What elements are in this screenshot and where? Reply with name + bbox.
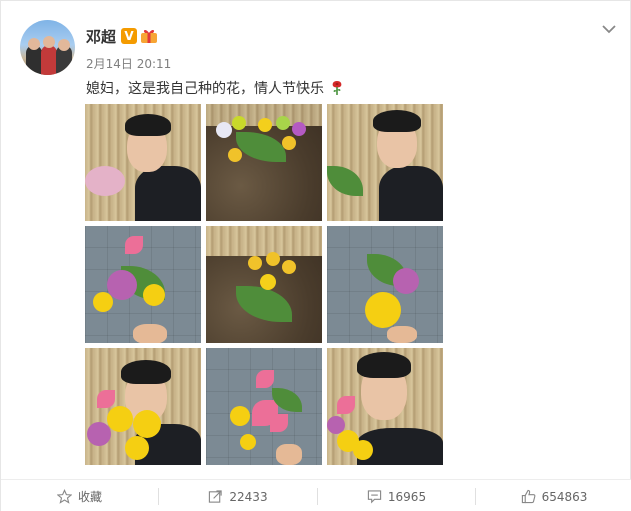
photo-flower <box>353 440 373 460</box>
photo-flower <box>228 148 242 162</box>
post-timestamp[interactable]: 2月14日 20:11 <box>86 55 171 72</box>
photo-lily <box>337 396 355 414</box>
photo-flower <box>258 118 272 132</box>
photo-flower <box>107 270 137 300</box>
photo-flower <box>282 260 296 274</box>
verified-badge-icon[interactable]: V <box>121 28 137 44</box>
repost-count: 22433 <box>229 489 268 504</box>
photo-flower <box>85 166 125 196</box>
photo-hair <box>125 114 171 136</box>
photo-3[interactable] <box>327 104 443 221</box>
like-count: 654863 <box>541 489 588 504</box>
photo-lily <box>270 414 288 432</box>
photo-hand <box>133 324 167 343</box>
avatar-head-2 <box>43 36 55 48</box>
photo-flower <box>276 116 290 130</box>
comment-button[interactable]: 16965 <box>318 480 475 511</box>
photo-flower <box>93 292 113 312</box>
photo-grid <box>85 104 443 465</box>
member-badge-icon[interactable] <box>140 28 158 44</box>
thumbs-up-icon <box>521 489 536 504</box>
photo-leaf <box>236 132 286 162</box>
comment-icon <box>367 490 382 504</box>
photo-flower <box>248 256 262 270</box>
photo-shirt <box>379 166 443 221</box>
photo-fence <box>206 226 322 256</box>
avatar-person-2 <box>41 45 57 75</box>
photo-leaf <box>327 166 363 196</box>
favorite-button[interactable]: 收藏 <box>1 480 158 511</box>
photo-hand <box>387 326 417 343</box>
photo-flower <box>365 292 401 328</box>
photo-flower <box>282 136 296 150</box>
avatar[interactable] <box>20 20 75 75</box>
photo-1[interactable] <box>85 104 201 221</box>
photo-hair <box>373 110 421 132</box>
chevron-down-icon[interactable] <box>599 21 619 37</box>
comment-count: 16965 <box>387 489 427 504</box>
photo-hair <box>121 360 171 384</box>
photo-9[interactable] <box>327 348 443 465</box>
photo-8[interactable] <box>206 348 322 465</box>
photo-shirt <box>135 166 201 221</box>
photo-flower <box>260 274 276 290</box>
photo-flower <box>133 410 161 438</box>
photo-flower <box>292 122 306 136</box>
photo-flower <box>230 406 250 426</box>
avatar-head-1 <box>28 38 40 50</box>
photo-leaf <box>236 286 292 322</box>
repost-button[interactable]: 22433 <box>159 480 317 511</box>
photo-7[interactable] <box>85 348 201 465</box>
share-icon <box>209 490 223 503</box>
photo-2[interactable] <box>206 104 322 221</box>
photo-flower <box>232 116 246 130</box>
star-icon <box>56 489 72 504</box>
photo-flower <box>107 406 133 432</box>
like-button[interactable]: 654863 <box>476 480 631 511</box>
post-text: 媳妇，这是我自己种的花，情人节快乐 <box>86 78 344 98</box>
photo-4[interactable] <box>85 226 201 343</box>
photo-5[interactable] <box>206 226 322 343</box>
rose-icon <box>333 81 342 95</box>
photo-lily <box>125 236 143 254</box>
photo-hand <box>276 444 302 465</box>
username[interactable]: 邓超 <box>86 26 116 47</box>
favorite-label: 收藏 <box>77 490 102 504</box>
photo-flower <box>393 268 419 294</box>
photo-flower <box>266 252 280 266</box>
action-bar: 收藏 22433 16965 654863 <box>1 479 631 511</box>
photo-flower <box>125 436 149 460</box>
photo-flower <box>216 122 232 138</box>
post-text-content: 媳妇，这是我自己种的花，情人节快乐 <box>86 81 324 97</box>
photo-flower <box>240 434 256 450</box>
photo-lily <box>97 390 115 408</box>
weibo-post-card: 邓超 V 2月14日 20:11 媳妇，这是我自己种的花，情人节快乐 收藏 22… <box>0 0 631 511</box>
photo-flower <box>143 284 165 306</box>
photo-flower <box>87 422 111 446</box>
avatar-head-3 <box>58 39 70 51</box>
photo-hair <box>357 352 411 378</box>
photo-lily <box>256 370 274 388</box>
photo-6[interactable] <box>327 226 443 343</box>
